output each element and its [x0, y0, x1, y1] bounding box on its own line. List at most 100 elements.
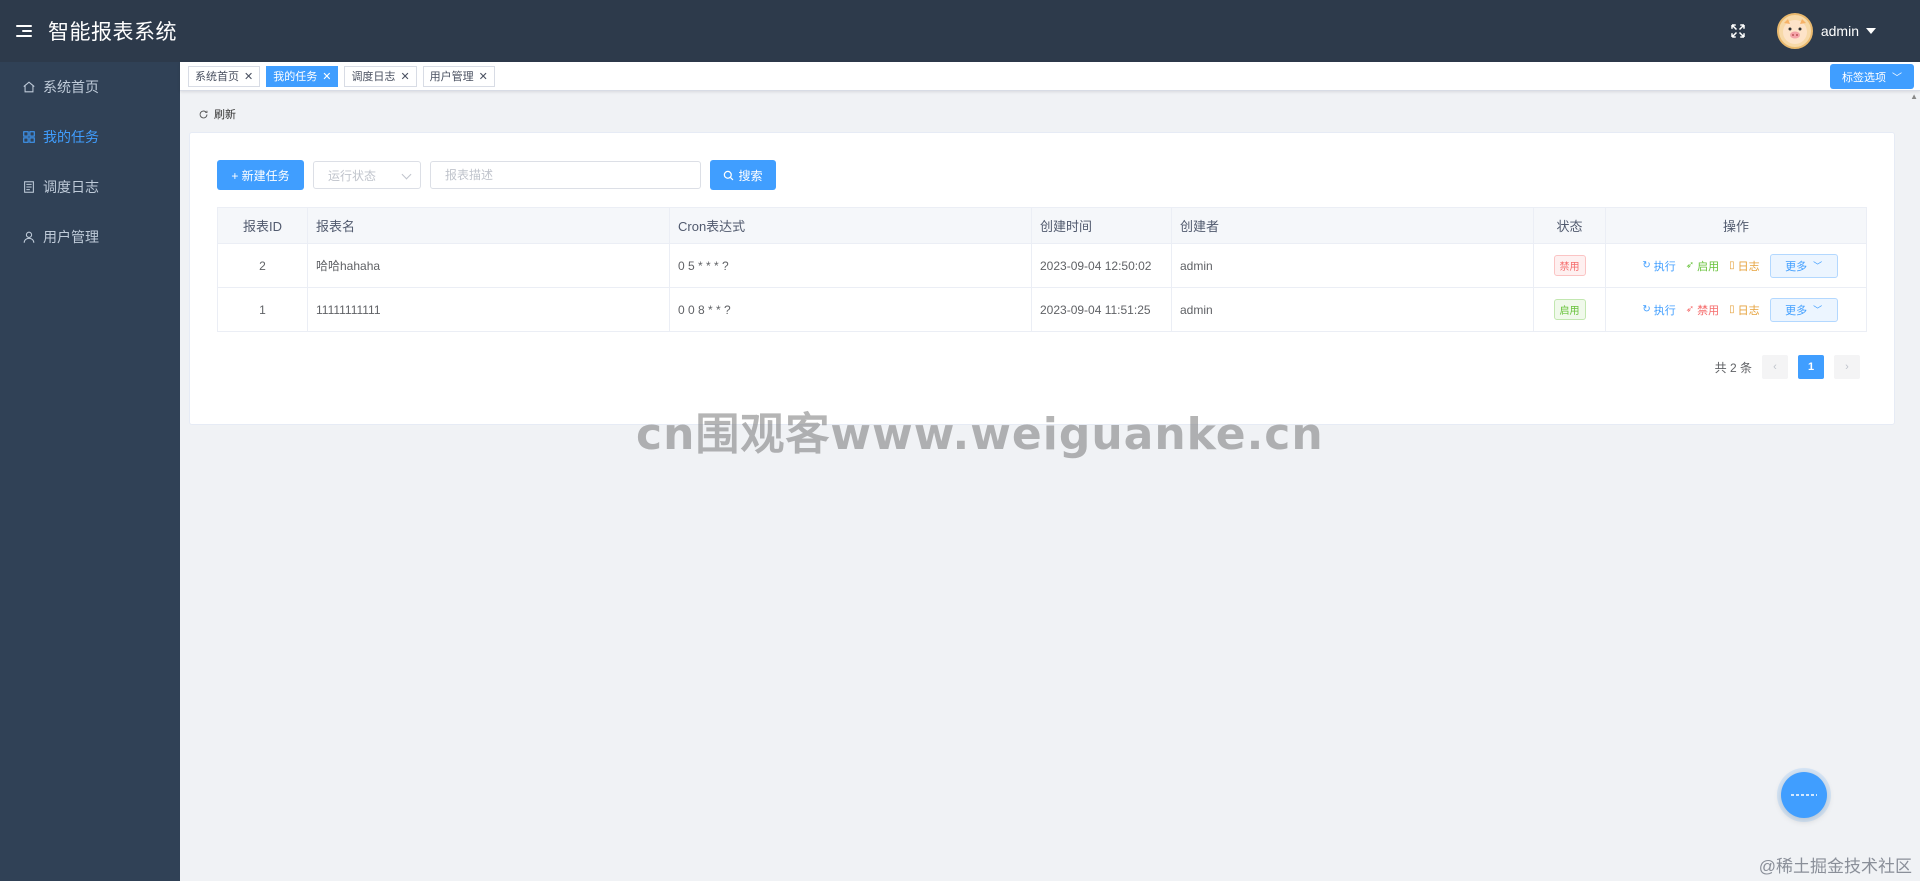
more-button[interactable]: 更多 ﹀: [1769, 297, 1838, 322]
col-header-cron: Cron表达式: [669, 207, 1032, 244]
execute-link[interactable]: ↻ 执行: [1642, 258, 1675, 274]
log-label: 日志: [1737, 304, 1760, 317]
toggle-label: 禁用: [1697, 304, 1720, 317]
refresh-label: 刷新: [214, 109, 236, 121]
cell-name: 11111111111: [307, 287, 670, 332]
app-title: 智能报表系统: [48, 21, 177, 44]
new-task-label: + 新建任务: [231, 168, 290, 183]
user-icon: [23, 231, 35, 243]
document-icon: [24, 181, 34, 193]
table-row: 1 11111111111 0 0 8 * * ? 2023-09-04 11:…: [217, 287, 1867, 332]
tags-bar: 系统首页 ✕ 我的任务 ✕ 调度日志 ✕ 用户管理 ✕ 标签选项 ﹀: [180, 62, 1920, 91]
search-label: 搜索: [738, 168, 763, 183]
tag-options-button[interactable]: 标签选项 ﹀: [1830, 64, 1914, 89]
search-icon: [724, 170, 734, 180]
next-page-button[interactable]: ›: [1834, 355, 1860, 379]
tag-label: 用户管理: [429, 71, 474, 83]
cell-cron: 0 5 * * * ?: [669, 243, 1032, 288]
grid-icon: [23, 131, 35, 143]
status-badge: 禁用: [1553, 255, 1586, 276]
cell-cron: 0 0 8 * * ?: [669, 287, 1032, 332]
avatar[interactable]: [1776, 13, 1813, 49]
log-link[interactable]: ▯ 日志: [1729, 302, 1760, 318]
pagination-total: 共 2 条: [1714, 360, 1752, 375]
table-row: 2 哈哈hahaha 0 5 * * * ? 2023-09-04 12:50:…: [217, 243, 1867, 288]
col-header-created: 创建时间: [1031, 207, 1172, 244]
sidebar-item-user-management[interactable]: 用户管理: [0, 212, 180, 262]
sidebar-item-schedule-log[interactable]: 调度日志: [0, 162, 180, 212]
col-header-creator: 创建者: [1171, 207, 1534, 244]
status-select[interactable]: 运行状态: [313, 161, 421, 189]
tag-options-label: 标签选项: [1842, 71, 1886, 84]
sidebar: 系统首页 我的任务 调度日志 用户管理: [0, 62, 180, 881]
home-icon: [23, 81, 35, 93]
new-task-button[interactable]: + 新建任务: [217, 160, 304, 190]
send-icon: ➶: [1685, 260, 1695, 271]
page-button[interactable]: 1: [1798, 355, 1824, 379]
tag-schedule-log[interactable]: 调度日志 ✕: [344, 65, 417, 87]
cell-name: 哈哈hahaha: [307, 243, 670, 288]
chevron-left-icon: ‹: [1773, 361, 1777, 373]
footer-credit: @稀土掘金技术社区: [1758, 857, 1912, 876]
sidebar-item-label: 我的任务: [43, 129, 99, 145]
chevron-down-icon: ﹀: [1813, 305, 1823, 315]
close-icon[interactable]: ✕: [322, 70, 331, 83]
table-header-row: 报表ID 报表名 Cron表达式 创建时间 创建者 状态 操作: [217, 207, 1867, 244]
cell-status: 启用: [1533, 287, 1606, 332]
watermark: cn围观客www.weiguanke.cn: [636, 409, 1324, 460]
description-input[interactable]: [430, 161, 701, 189]
tag-label: 我的任务: [273, 71, 318, 83]
avatar-pig-icon: [1782, 19, 1807, 44]
tag-user-management[interactable]: 用户管理 ✕: [422, 65, 495, 87]
prev-page-button[interactable]: ‹: [1762, 355, 1788, 379]
cell-ops: ↻ 执行 ➶ 禁用 ▯ 日志 更多 ﹀: [1605, 287, 1867, 332]
cell-creator: admin: [1171, 287, 1534, 332]
search-button[interactable]: 搜索: [710, 160, 776, 190]
floating-action-button[interactable]: [1781, 772, 1827, 818]
sidebar-item-label: 调度日志: [43, 179, 99, 195]
col-header-ops: 操作: [1605, 207, 1867, 244]
close-icon[interactable]: ✕: [244, 70, 253, 83]
more-button[interactable]: 更多 ﹀: [1769, 253, 1838, 278]
col-header-status: 状态: [1533, 207, 1606, 244]
toggle-link[interactable]: ➶ 启用: [1686, 258, 1719, 274]
more-label: 更多: [1785, 304, 1808, 317]
hamburger-menu-icon[interactable]: [16, 21, 36, 41]
chevron-down-icon: ﹀: [1813, 261, 1823, 271]
close-icon[interactable]: ✕: [479, 70, 488, 83]
header-right: admin: [1729, 0, 1876, 62]
pagination: 共 2 条 ‹ 1 ›: [1715, 355, 1860, 379]
more-label: 更多: [1785, 260, 1808, 273]
sidebar-item-label: 用户管理: [43, 229, 99, 245]
execute-label: 执行: [1653, 304, 1676, 317]
cell-status: 禁用: [1533, 243, 1606, 288]
cell-creator: admin: [1171, 243, 1534, 288]
toggle-label: 启用: [1697, 260, 1720, 273]
tag-my-tasks[interactable]: 我的任务 ✕: [266, 65, 339, 87]
fullscreen-icon[interactable]: [1729, 22, 1747, 40]
close-icon[interactable]: ✕: [400, 70, 409, 83]
tag-home[interactable]: 系统首页 ✕: [188, 65, 261, 87]
toggle-link[interactable]: ➶ 禁用: [1686, 302, 1719, 318]
execute-label: 执行: [1653, 260, 1676, 273]
scroll-up-arrow-icon[interactable]: ▲: [1910, 92, 1918, 101]
refresh-button[interactable]: 刷新: [198, 106, 236, 122]
col-header-id: 报表ID: [217, 207, 308, 244]
log-link[interactable]: ▯ 日志: [1729, 258, 1760, 274]
sidebar-item-home[interactable]: 系统首页: [0, 62, 180, 112]
status-select-placeholder: 运行状态: [328, 168, 377, 183]
refresh-icon: ↻: [1642, 260, 1651, 271]
sidebar-item-my-tasks[interactable]: 我的任务: [0, 112, 180, 162]
caret-down-icon[interactable]: [1866, 28, 1876, 34]
username[interactable]: admin: [1821, 23, 1859, 39]
execute-link[interactable]: ↻ 执行: [1642, 302, 1675, 318]
cell-created: 2023-09-04 12:50:02: [1031, 243, 1172, 288]
col-header-name: 报表名: [307, 207, 670, 244]
sidebar-item-label: 系统首页: [43, 79, 99, 95]
cell-created: 2023-09-04 11:51:25: [1031, 287, 1172, 332]
tag-label: 调度日志: [351, 71, 396, 83]
book-icon: ▯: [1729, 260, 1735, 271]
dashed-line-icon: [1791, 794, 1817, 796]
refresh-icon: ↻: [1642, 304, 1651, 315]
cell-ops: ↻ 执行 ➶ 启用 ▯ 日志 更多 ﹀: [1605, 243, 1867, 288]
